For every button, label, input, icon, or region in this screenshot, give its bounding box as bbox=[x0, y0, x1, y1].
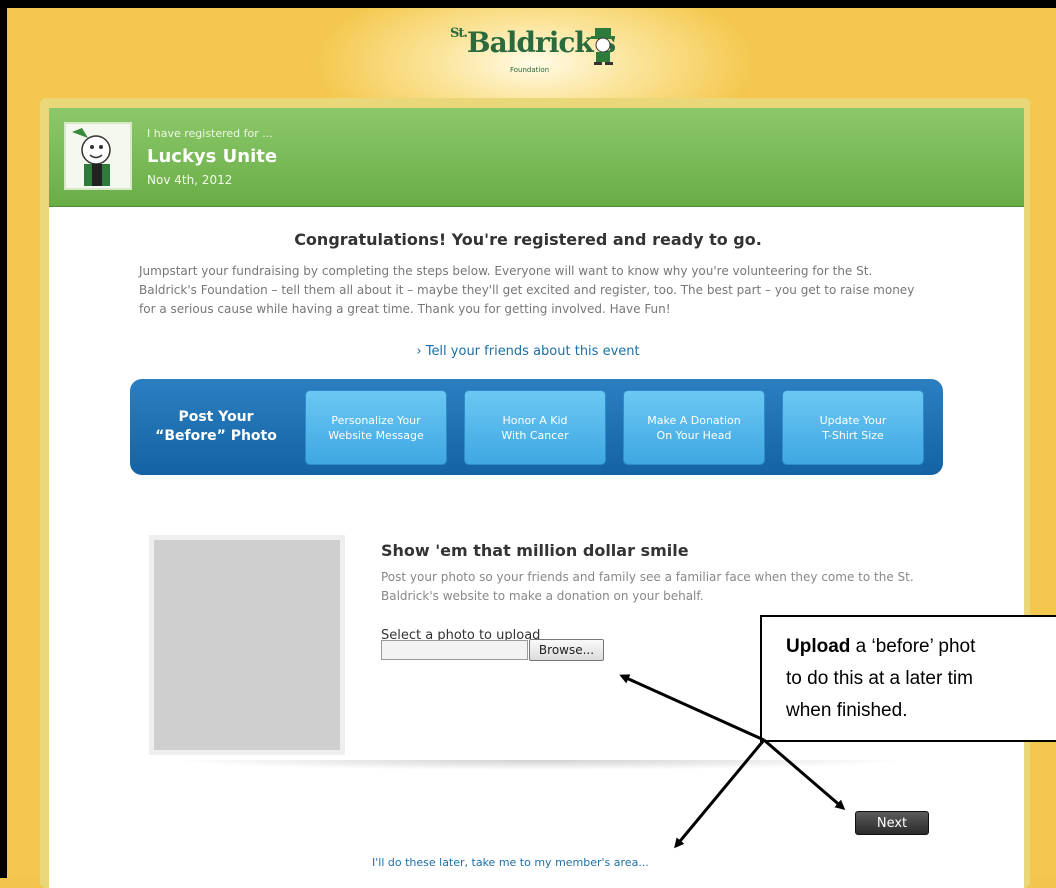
leprechaun-avatar-icon bbox=[66, 124, 130, 188]
leprechaun-mascot-icon bbox=[591, 28, 615, 65]
step-personalize-message[interactable]: Personalize Your Website Message bbox=[305, 390, 447, 465]
step-line1: Personalize Your bbox=[331, 413, 421, 427]
step-line2: Website Message bbox=[328, 428, 424, 442]
callout-line1: a ‘before’ phot bbox=[850, 636, 976, 657]
logo-subtext: Foundation bbox=[510, 66, 550, 74]
step-line2: With Cancer bbox=[501, 428, 569, 442]
step-line1: Update Your bbox=[819, 413, 887, 427]
step-update-tshirt[interactable]: Update Your T-Shirt Size bbox=[782, 390, 924, 465]
step-line2: On Your Head bbox=[656, 428, 732, 442]
st-baldricks-logo[interactable]: St.Baldrick's Foundation bbox=[450, 22, 620, 80]
registered-for-label: I have registered for ... bbox=[147, 127, 273, 140]
callout-line2: to do this at a later tim bbox=[786, 668, 973, 689]
page-title: Congratulations! You're registered and r… bbox=[294, 230, 762, 249]
event-name: Luckys Unite bbox=[147, 146, 278, 167]
callout-line3: when finished. bbox=[786, 700, 908, 721]
tell-friends-link[interactable]: › Tell your friends about this event bbox=[0, 344, 1056, 359]
step-current-line1: Post Your bbox=[178, 409, 254, 425]
step-current-post-photo: Post Your “Before” Photo bbox=[136, 408, 296, 446]
intro-text: Jumpstart your fundraising by completing… bbox=[139, 264, 915, 316]
upload-description: Post your photo so your friends and fami… bbox=[381, 570, 914, 603]
section-divider bbox=[170, 760, 910, 780]
upload-title: Show 'em that million dollar smile bbox=[381, 541, 689, 560]
step-make-donation[interactable]: Make A Donation On Your Head bbox=[623, 390, 765, 465]
browse-button[interactable]: Browse... bbox=[529, 639, 604, 661]
step-honor-a-kid[interactable]: Honor A Kid With Cancer bbox=[464, 390, 606, 465]
step-line1: Make A Donation bbox=[647, 413, 741, 427]
file-path-field[interactable] bbox=[381, 640, 528, 660]
next-button[interactable]: Next bbox=[855, 811, 929, 835]
event-date: Nov 4th, 2012 bbox=[147, 173, 233, 187]
step-current-line2: “Before” Photo bbox=[155, 428, 277, 444]
instruction-callout: Upload a ‘before’ phot to do this at a l… bbox=[760, 615, 1056, 742]
photo-placeholder bbox=[149, 535, 345, 755]
avatar bbox=[64, 122, 132, 190]
skip-to-member-area-link[interactable]: I'll do these later, take me to my membe… bbox=[372, 856, 649, 869]
step-line2: T-Shirt Size bbox=[822, 428, 884, 442]
callout-bold: Upload bbox=[786, 636, 851, 657]
step-line1: Honor A Kid bbox=[502, 413, 568, 427]
